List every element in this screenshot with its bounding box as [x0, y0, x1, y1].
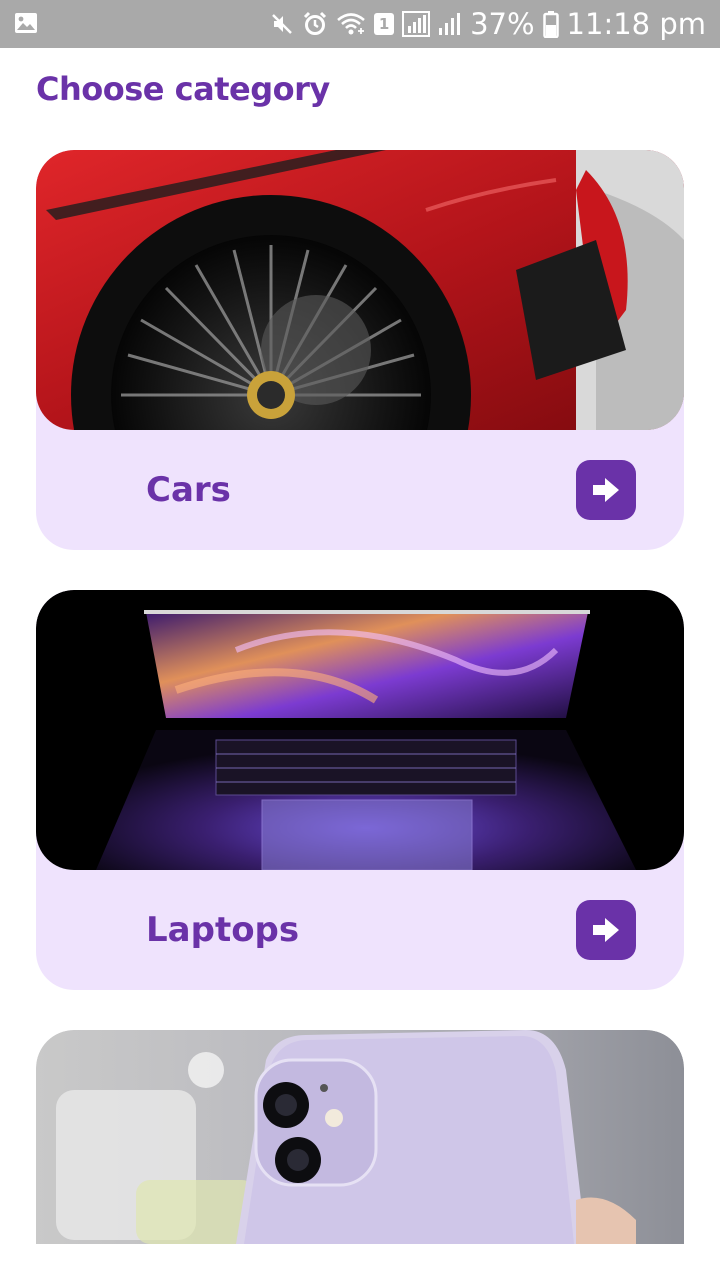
signal-strength-icon [439, 13, 461, 35]
page-title: Choose category [36, 70, 330, 108]
category-label-laptops: Laptops [146, 910, 300, 950]
arrow-right-icon [593, 918, 619, 942]
category-card-laptops[interactable]: Laptops [36, 590, 684, 990]
image-notification-icon [15, 13, 37, 33]
notification-badge: 1 [374, 13, 395, 35]
open-cars-button[interactable] [576, 460, 636, 520]
wifi-icon [337, 13, 365, 35]
category-card-cars[interactable]: Cars [36, 150, 684, 550]
category-label-cars: Cars [146, 470, 231, 510]
alarm-icon [304, 11, 327, 35]
battery-percent: 37% [470, 7, 535, 41]
arrow-right-icon [593, 478, 619, 502]
category-image-phones [36, 1030, 684, 1244]
category-image-cars [36, 150, 684, 430]
battery-icon [542, 11, 559, 38]
signal-icon [402, 11, 431, 37]
status-bar: 1 37% 11:18 pm [0, 0, 720, 48]
category-image-laptops [36, 590, 684, 870]
mute-icon [272, 14, 292, 34]
clock: 11:18 pm [566, 7, 706, 41]
open-laptops-button[interactable] [576, 900, 636, 960]
category-card-phones[interactable] [36, 1030, 684, 1244]
